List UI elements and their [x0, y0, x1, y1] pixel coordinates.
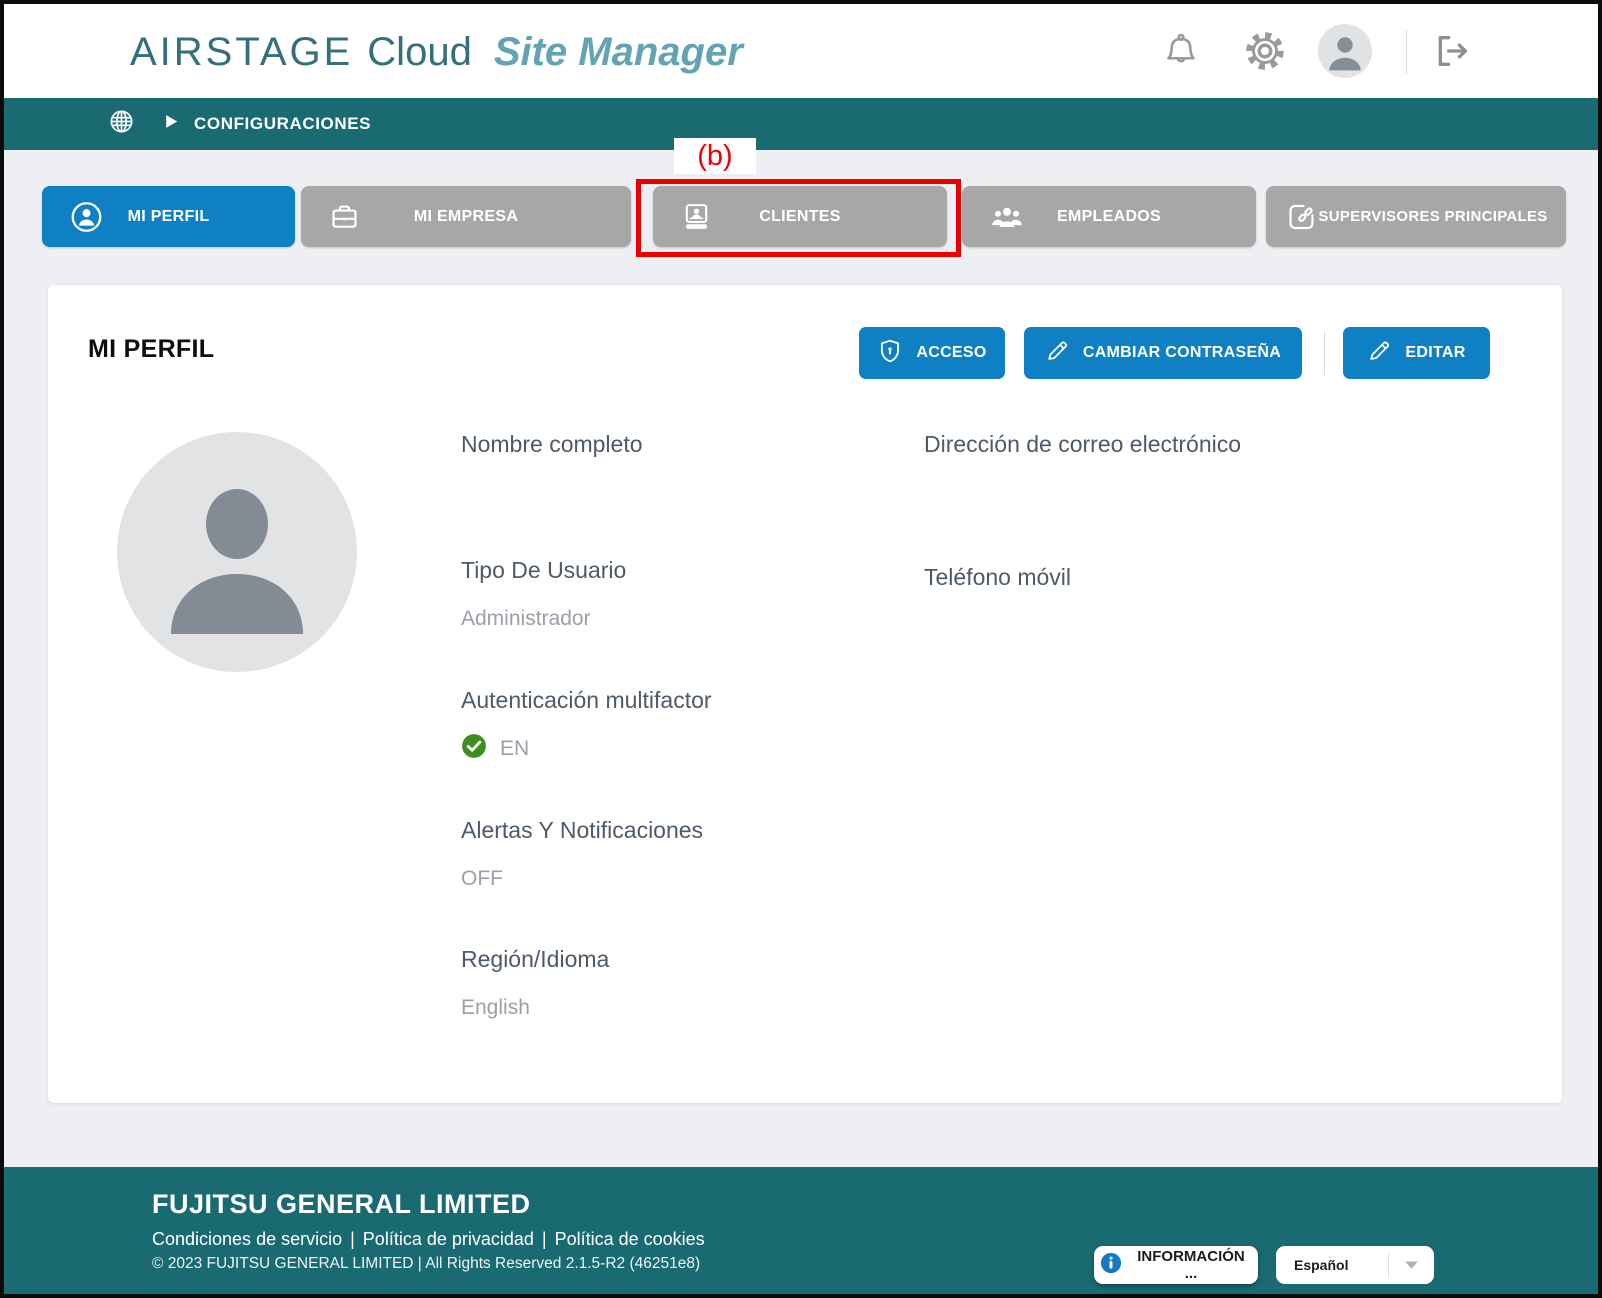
mfa-value: EN — [500, 737, 529, 761]
logo-cloud-text: Cloud — [367, 30, 472, 75]
tab-clientes[interactable]: CLIENTES — [653, 186, 947, 247]
tab-mi-perfil[interactable]: MI PERFIL — [42, 186, 295, 247]
full-name-label: Nombre completo — [461, 431, 643, 458]
edit-button[interactable]: EDITAR — [1343, 327, 1490, 379]
globe-icon — [108, 108, 135, 140]
pencil-icon — [1045, 338, 1070, 368]
chevron-down-icon — [1389, 1260, 1434, 1270]
link-separator: | — [342, 1229, 363, 1249]
region-language-label: Región/Idioma — [461, 946, 609, 973]
tab-label: EMPLEADOS — [1057, 208, 1161, 226]
link-separator: | — [534, 1229, 555, 1249]
check-circle-icon — [461, 733, 487, 764]
shield-lock-icon — [877, 338, 903, 369]
page-footer: FUJITSU GENERAL LIMITED Condiciones de s… — [4, 1167, 1598, 1298]
language-select-value: Español — [1276, 1257, 1388, 1273]
logo-airstage-text: AIRSTAGE — [130, 30, 353, 75]
tab-empleados[interactable]: EMPLEADOS — [962, 186, 1256, 247]
privacy-policy-link[interactable]: Política de privacidad — [363, 1229, 534, 1249]
mobile-phone-label: Teléfono móvil — [924, 564, 1071, 591]
button-divider — [1324, 331, 1325, 375]
page-title: MI PERFIL — [88, 335, 214, 364]
settings-gear-icon[interactable] — [1242, 4, 1288, 98]
profile-photo-placeholder — [117, 432, 357, 672]
breadcrumb-arrow-icon — [163, 113, 180, 135]
mi-perfil-card: MI PERFIL ACCESO CAMBIAR CONTRASEÑA — [48, 285, 1562, 1103]
email-label: Dirección de correo electrónico — [924, 431, 1241, 458]
terms-of-service-link[interactable]: Condiciones de servicio — [152, 1229, 342, 1249]
top-header: AIRSTAGE Cloud Site Manager — [4, 4, 1598, 98]
user-type-label: Tipo De Usuario — [461, 557, 626, 584]
logo-site-manager-text: Site Manager — [494, 30, 743, 75]
airstage-site-manager-screen: AIRSTAGE Cloud Site Manager — [0, 0, 1602, 1298]
notifications-bell-icon[interactable] — [1162, 4, 1200, 98]
alerts-value: OFF — [461, 867, 503, 891]
change-password-button-label: CAMBIAR CONTRASEÑA — [1083, 344, 1281, 362]
tab-label: CLIENTES — [759, 208, 841, 226]
cookie-policy-link[interactable]: Política de cookies — [555, 1229, 705, 1249]
person-circle-icon — [70, 200, 103, 233]
access-button-label: ACCESO — [916, 344, 986, 362]
tab-supervisores-principales[interactable]: SUPERVISORES PRINCIPALES — [1266, 186, 1566, 247]
people-group-icon — [990, 203, 1024, 231]
link-square-icon — [1286, 201, 1317, 232]
annotation-label-b: (b) — [674, 138, 756, 174]
alerts-label: Alertas Y Notificaciones — [461, 817, 703, 844]
fujitsu-company-name: FUJITSU GENERAL LIMITED — [152, 1189, 531, 1220]
tab-label: MI PERFIL — [128, 208, 210, 226]
airstage-logo: AIRSTAGE Cloud Site Manager — [130, 4, 743, 98]
edit-button-label: EDITAR — [1405, 344, 1465, 362]
user-avatar[interactable] — [1318, 4, 1372, 98]
region-language-value: English — [461, 996, 530, 1020]
contact-card-icon — [681, 201, 712, 232]
tab-label: SUPERVISORES PRINCIPALES — [1284, 208, 1547, 225]
tab-label: MI EMPRESA — [414, 208, 518, 226]
logout-icon[interactable] — [1432, 4, 1472, 98]
pencil-icon — [1367, 338, 1392, 368]
language-select[interactable]: Español — [1276, 1246, 1434, 1284]
header-divider — [1406, 30, 1407, 74]
footer-links: Condiciones de servicio|Política de priv… — [152, 1229, 705, 1250]
copyright-text: © 2023 FUJITSU GENERAL LIMITED | All Rig… — [152, 1255, 700, 1273]
information-button[interactable]: INFORMACIÓN ... — [1094, 1246, 1258, 1284]
tab-mi-empresa[interactable]: MI EMPRESA — [301, 186, 631, 247]
briefcase-icon — [329, 201, 360, 232]
mfa-status-row: EN — [461, 733, 529, 764]
change-password-button[interactable]: CAMBIAR CONTRASEÑA — [1024, 327, 1302, 379]
user-type-value: Administrador — [461, 607, 591, 631]
configuration-breadcrumb-bar: CONFIGURACIONES — [4, 98, 1598, 150]
breadcrumb: CONFIGURACIONES — [194, 114, 371, 134]
mfa-label: Autenticación multifactor — [461, 687, 712, 714]
access-button[interactable]: ACCESO — [859, 327, 1005, 379]
information-button-label: INFORMACIÓN ... — [1130, 1248, 1252, 1282]
info-icon — [1100, 1252, 1122, 1278]
